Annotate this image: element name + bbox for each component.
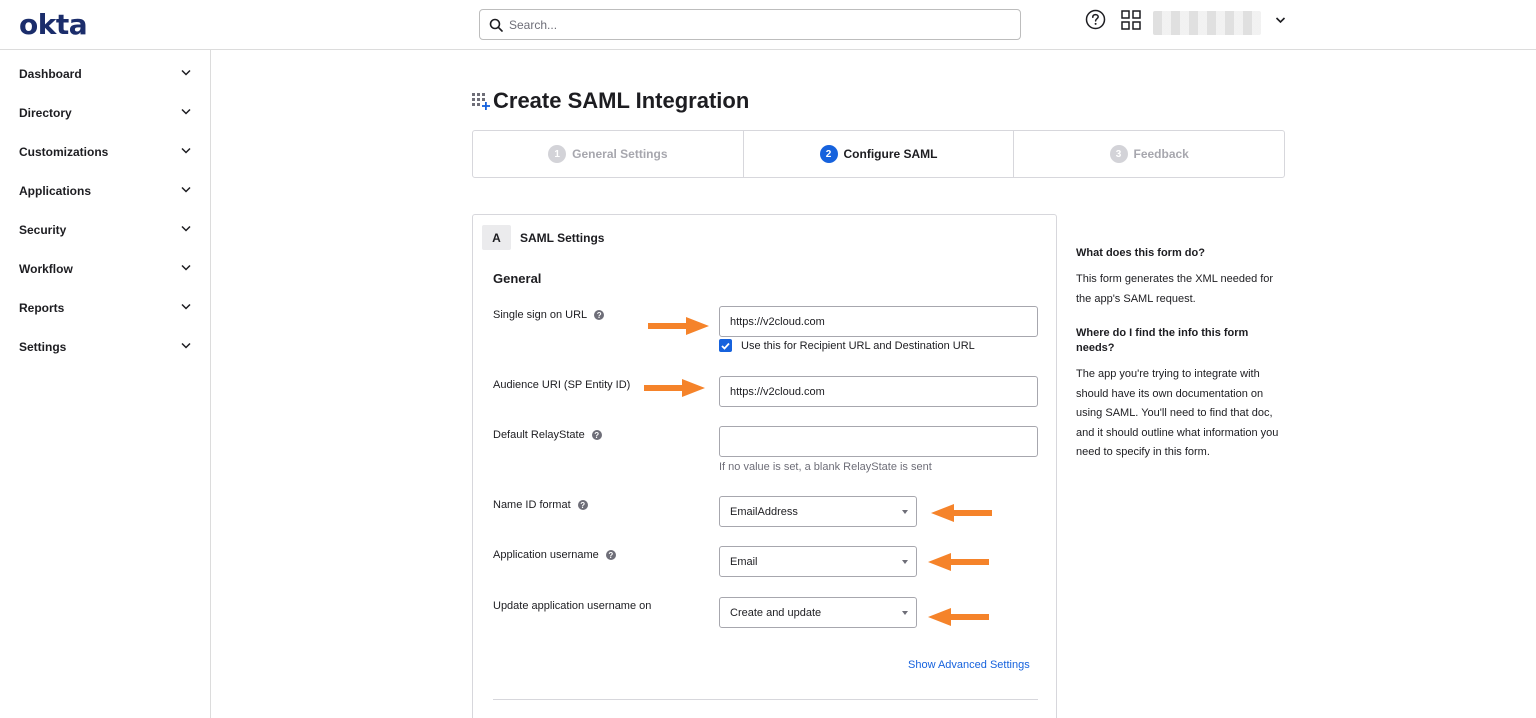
chevron-down-icon [181, 147, 191, 154]
add-app-grid-icon [472, 92, 490, 110]
chevron-down-icon [181, 69, 191, 76]
field-label-text: Default RelayState [493, 429, 585, 441]
app-username-select[interactable]: Email [719, 546, 917, 577]
page-title: Create SAML Integration [472, 88, 749, 114]
step-configure-saml: 2 Configure SAML [744, 131, 1015, 177]
sidebar-item-reports[interactable]: Reports [0, 288, 210, 327]
question-icon[interactable]: ? [594, 310, 605, 320]
field-label-text: Single sign on URL [493, 309, 588, 321]
question-icon[interactable]: ? [605, 550, 616, 560]
help-panel: What does this form do? This form genera… [1076, 246, 1286, 463]
sidebar-item-label: Security [19, 222, 67, 237]
sidebar-item-label: Reports [19, 300, 65, 315]
wizard-stepper: 1 General Settings 2 Configure SAML 3 Fe… [472, 130, 1285, 178]
help-answer-2: The app you're trying to integrate with … [1076, 368, 1279, 458]
update-username-label: Update application username on [493, 600, 651, 612]
search-icon [489, 18, 503, 32]
left-arrow-icon [931, 504, 992, 522]
right-arrow-icon [648, 317, 709, 335]
sidebar-item-settings[interactable]: Settings [0, 327, 210, 366]
left-arrow-icon [928, 553, 989, 571]
question-icon[interactable]: ? [591, 430, 602, 440]
sidebar-item-dashboard[interactable]: Dashboard [0, 54, 210, 93]
step-label: Configure SAML [843, 147, 938, 161]
sidebar-item-label: Workflow [19, 261, 73, 276]
sidebar-item-label: Customizations [19, 144, 109, 159]
chevron-down-icon [181, 303, 191, 310]
name-id-format-label: Name ID format ? [493, 499, 588, 511]
name-id-format-select[interactable]: EmailAddress [719, 496, 917, 527]
field-label-text: Update application username on [493, 600, 652, 612]
audience-uri-label: Audience URI (SP Entity ID) [493, 379, 630, 391]
section-title: SAML Settings [520, 231, 605, 245]
sidebar-item-workflow[interactable]: Workflow [0, 249, 210, 288]
sso-url-label: Single sign on URL ? [493, 309, 605, 321]
search-input[interactable] [509, 17, 989, 32]
divider [493, 699, 1038, 700]
help-answer-1: This form generates the XML needed for t… [1076, 273, 1274, 305]
dropdown-caret-icon [902, 611, 908, 615]
page-title-text: Create SAML Integration [493, 88, 750, 113]
checkmark-icon [721, 342, 730, 350]
select-value: Email [730, 555, 758, 568]
sso-url-input[interactable]: https://v2cloud.com [719, 306, 1038, 337]
user-menu[interactable] [1153, 11, 1261, 35]
step-general-settings: 1 General Settings [473, 131, 744, 177]
recipient-url-checkbox[interactable] [719, 339, 732, 352]
right-arrow-icon [644, 379, 705, 397]
select-value: Create and update [730, 606, 822, 619]
field-label-text: Application username [493, 549, 599, 561]
group-title: General [493, 271, 542, 286]
okta-logo[interactable]: okta [19, 8, 88, 41]
chevron-down-icon [181, 186, 191, 193]
chevron-down-icon [181, 225, 191, 232]
top-header: okta [0, 0, 1536, 50]
select-value: EmailAddress [730, 505, 798, 518]
sidebar-item-label: Directory [19, 105, 72, 120]
relay-state-hint: If no value is set, a blank RelayState i… [719, 461, 932, 473]
chevron-down-icon [181, 342, 191, 349]
sidebar-item-applications[interactable]: Applications [0, 171, 210, 210]
checkbox-label: Use this for Recipient URL and Destinati… [741, 339, 975, 352]
sidebar: Dashboard Directory Customizations Appli… [0, 50, 211, 718]
relay-state-label: Default RelayState ? [493, 429, 602, 441]
field-label-text: Audience URI (SP Entity ID) [493, 379, 631, 391]
step-label: Feedback [1133, 147, 1189, 161]
question-icon[interactable]: ? [577, 500, 588, 510]
sidebar-item-label: Dashboard [19, 66, 82, 81]
field-label-text: Name ID format [493, 499, 571, 511]
relay-state-input[interactable] [719, 426, 1038, 457]
sidebar-item-customizations[interactable]: Customizations [0, 132, 210, 171]
step-number: 2 [819, 145, 838, 163]
audience-uri-input[interactable]: https://v2cloud.com [719, 376, 1038, 407]
sidebar-item-label: Settings [19, 339, 67, 354]
sidebar-item-security[interactable]: Security [0, 210, 210, 249]
step-number: 3 [1109, 145, 1128, 163]
saml-settings-card: A SAML Settings General Single sign on U… [472, 214, 1057, 718]
recipient-url-checkbox-row[interactable]: Use this for Recipient URL and Destinati… [719, 339, 975, 352]
help-icon[interactable] [1085, 9, 1106, 30]
dropdown-caret-icon [902, 510, 908, 514]
app-username-label: Application username ? [493, 549, 616, 561]
step-feedback: 3 Feedback [1014, 131, 1284, 177]
left-arrow-icon [928, 608, 989, 626]
chevron-down-icon[interactable] [1275, 16, 1286, 24]
app-grid-icon[interactable] [1121, 10, 1141, 30]
update-username-select[interactable]: Create and update [719, 597, 917, 628]
sidebar-item-label: Applications [19, 183, 92, 198]
sidebar-item-directory[interactable]: Directory [0, 93, 210, 132]
chevron-down-icon [181, 108, 191, 115]
help-question-1: What does this form do? [1076, 247, 1205, 259]
help-question-2: Where do I find the info this form needs… [1076, 327, 1249, 354]
section-badge: A [482, 225, 511, 250]
search-box[interactable] [479, 9, 1021, 40]
dropdown-caret-icon [902, 560, 908, 564]
step-label: General Settings [572, 147, 668, 161]
chevron-down-icon [181, 264, 191, 271]
show-advanced-settings-link[interactable]: Show Advanced Settings [908, 659, 1030, 671]
step-number: 1 [548, 145, 567, 163]
